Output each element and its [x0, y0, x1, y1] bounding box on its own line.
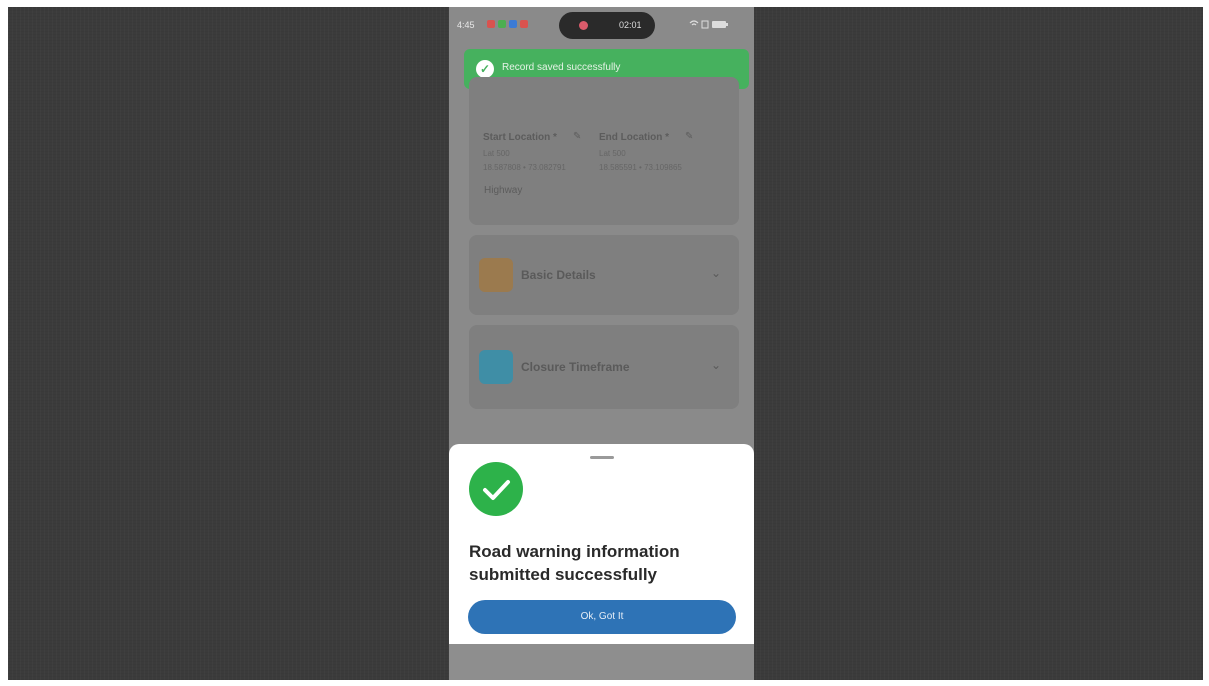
route-card: Start Location * ✎ Lat 500 18.587808 • 7… [469, 77, 739, 225]
document-icon [479, 258, 513, 292]
accordion-basic-details[interactable]: Basic Details ⌄ [469, 235, 739, 315]
status-bar: 4:45 02:01 [449, 7, 754, 41]
wifi-battery-icon [689, 20, 728, 29]
end-location-coords: 18.585591 • 73.109865 [599, 163, 682, 172]
record-icon [579, 21, 588, 30]
status-time: 4:45 [457, 20, 475, 30]
clock-icon [479, 350, 513, 384]
edit-start-location-button[interactable]: ✎ [573, 131, 581, 142]
recording-indicator[interactable]: 02:01 [559, 12, 655, 39]
accordion-title: Basic Details [521, 268, 596, 282]
start-location-coords: 18.587808 • 73.082791 [483, 163, 566, 172]
success-message: Road warning information submitted succe… [469, 542, 680, 584]
end-location-line: Lat 500 [599, 149, 626, 158]
chevron-down-icon: ⌄ [710, 358, 721, 372]
system-icons [689, 19, 729, 31]
success-bottom-sheet: Road warning information submitted succe… [449, 444, 754, 644]
phone-screen: 4:45 02:01 ✓ Record saved successfully S… [449, 7, 754, 680]
start-location-label: Start Location * [483, 132, 557, 143]
toast-message: Record saved successfully [502, 62, 621, 73]
chevron-down-icon: ⌄ [710, 266, 721, 280]
notification-icon [509, 20, 517, 28]
notification-icon [498, 20, 506, 28]
drag-handle[interactable] [590, 456, 614, 459]
road-type: Highway [484, 185, 523, 196]
check-icon: ✓ [476, 60, 494, 78]
edit-end-location-button[interactable]: ✎ [685, 131, 693, 142]
recording-time: 02:01 [619, 20, 642, 30]
notification-icon [487, 20, 495, 28]
ok-got-it-button[interactable]: Ok, Got It [468, 600, 736, 634]
notification-icon [520, 20, 528, 28]
success-check-icon [469, 462, 523, 516]
end-location-label: End Location * [599, 132, 669, 143]
accordion-title: Closure Timeframe [521, 360, 630, 374]
start-location-line: Lat 500 [483, 149, 510, 158]
accordion-closure-timeframe[interactable]: Closure Timeframe ⌄ [469, 325, 739, 409]
bottom-bar [449, 644, 754, 680]
